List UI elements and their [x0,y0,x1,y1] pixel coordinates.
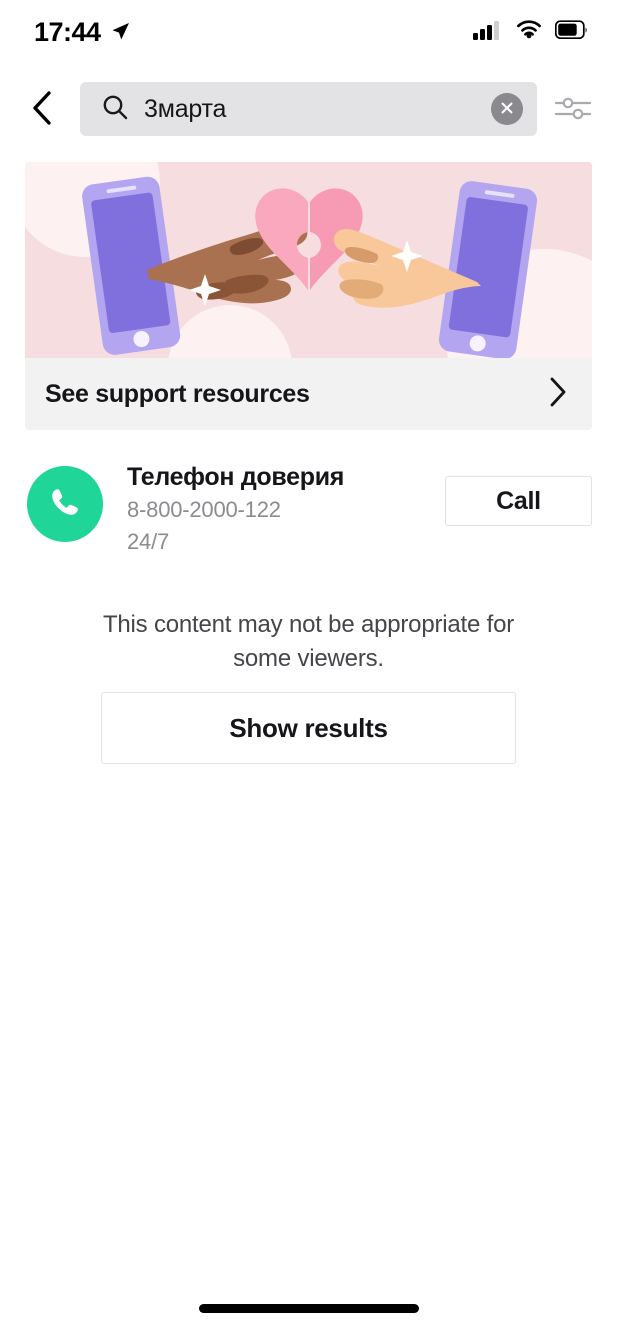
filter-sliders-icon [553,92,593,127]
location-arrow-icon [109,21,131,43]
content-warning: This content may not be appropriate for … [0,608,617,676]
call-button[interactable]: Call [445,476,592,526]
battery-icon [554,19,589,45]
close-circle-icon [498,99,516,120]
chevron-right-icon [548,376,568,413]
status-time: 17:44 [34,16,101,47]
search-input[interactable] [144,94,491,124]
hotline-title: Телефон доверия [127,463,345,491]
see-support-resources-row[interactable]: See support resources [25,358,592,430]
status-bar-left: 17:44 [34,17,131,48]
cellular-signal-icon [473,19,503,46]
status-bar-right [473,19,589,46]
app-screen: 17:44 3марта See support resources Телеф… [0,0,617,1335]
support-resources-label: See support resources [45,379,310,408]
support-banner-card[interactable]: See support resources [25,162,592,430]
hotline-hours: 24/7 [127,529,170,554]
hotline-info: Телефон доверия 8-800-2000-122 24/7 [103,458,445,558]
wifi-icon [514,19,544,46]
phone-handset-icon [46,483,84,526]
hotline-number: 8-800-2000-122 [127,497,281,522]
back-button[interactable] [20,84,66,134]
hotline-avatar [27,466,103,542]
hotline-row: Телефон доверия 8-800-2000-122 24/7 Call [0,458,617,558]
home-indicator[interactable] [198,1304,419,1313]
clear-search-button[interactable] [491,93,523,125]
search-header [0,78,617,140]
content-warning-text: This content may not be appropriate for … [102,611,515,672]
filter-button[interactable] [551,87,595,131]
status-bar: 17:44 [0,0,617,64]
search-icon [102,94,128,125]
two-hands-joining-heart-puzzle-illustration [25,162,592,358]
chevron-left-icon [30,90,56,129]
search-field[interactable] [80,82,537,136]
show-results-button[interactable]: Show results [101,692,516,764]
